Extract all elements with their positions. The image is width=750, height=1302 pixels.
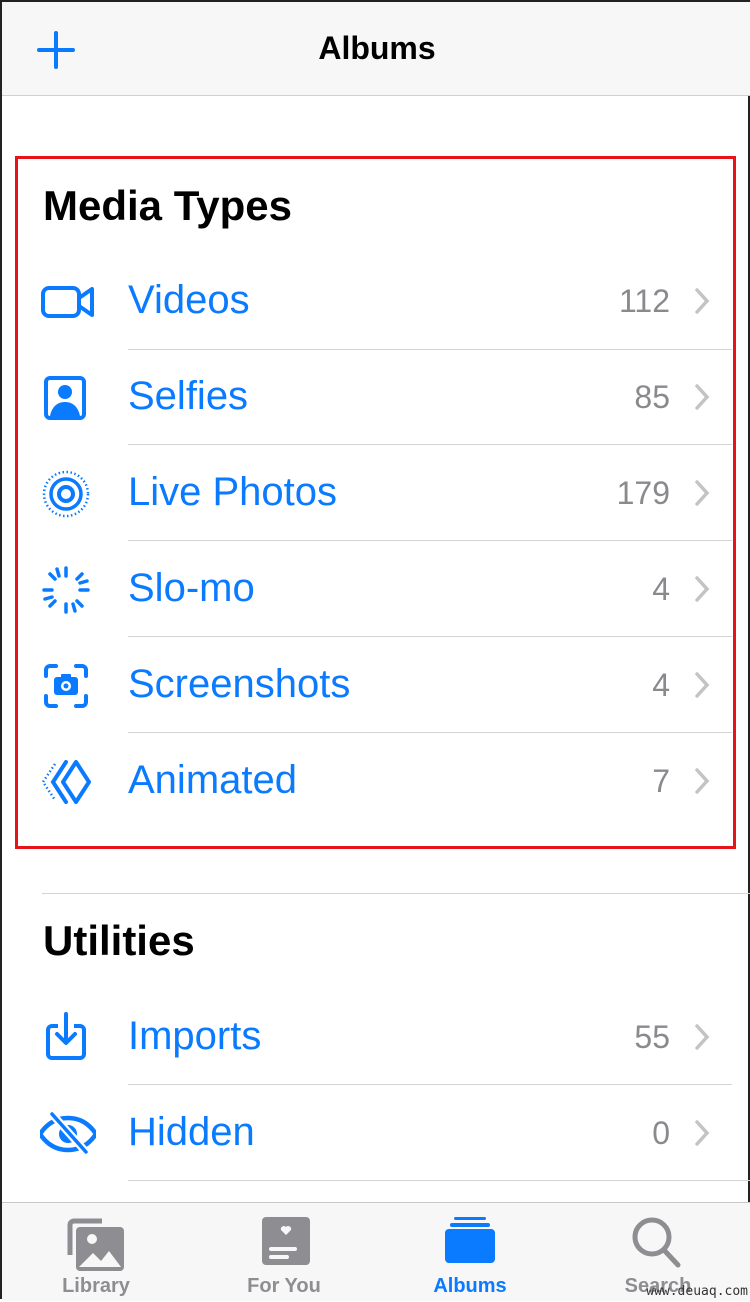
chevron-right-icon — [695, 1024, 710, 1050]
album-row-slo-mo[interactable]: Slo-mo 4 — [2, 542, 750, 638]
tab-library[interactable]: Library — [26, 1203, 166, 1302]
tab-for-you[interactable]: For You — [214, 1203, 354, 1302]
chevron-right-icon — [695, 576, 710, 602]
section-title-utilities: Utilities — [43, 917, 195, 964]
album-row-hidden[interactable]: Hidden 0 — [2, 1086, 750, 1182]
album-row-screenshots[interactable]: Screenshots 4 — [2, 638, 750, 734]
album-label: Imports — [128, 1014, 262, 1058]
album-row-selfies[interactable]: Selfies 85 — [2, 350, 750, 446]
chevron-right-icon — [695, 384, 710, 410]
tab-label: Albums — [433, 1275, 507, 1297]
slo-mo-icon — [42, 566, 90, 614]
album-label: Animated — [128, 758, 297, 802]
tab-albums[interactable]: Albums — [400, 1203, 540, 1302]
video-camera-icon — [41, 286, 94, 318]
album-label: Slo-mo — [128, 566, 255, 610]
album-count: 55 — [634, 1019, 670, 1055]
album-label: Screenshots — [128, 662, 351, 706]
search-icon — [632, 1217, 681, 1268]
tab-bar: Library For You Albums Search www.deuaq.… — [2, 1202, 750, 1301]
album-count: 112 — [618, 283, 670, 319]
divider — [128, 1084, 732, 1085]
chevron-right-icon — [695, 768, 710, 794]
album-label: Videos — [128, 278, 250, 322]
album-row-live-photos[interactable]: Live Photos 179 — [2, 446, 750, 542]
divider — [128, 1180, 750, 1181]
chevron-right-icon — [695, 480, 710, 506]
album-count: 7 — [652, 763, 670, 799]
album-row-animated[interactable]: Animated 7 — [2, 734, 750, 830]
album-label: Selfies — [128, 374, 249, 418]
tab-label: Library — [62, 1275, 130, 1297]
album-count: 85 — [634, 379, 670, 415]
photo-library-icon — [67, 1218, 124, 1271]
tab-label: For You — [247, 1275, 321, 1297]
section-divider — [42, 893, 750, 894]
divider — [128, 444, 732, 445]
chevron-right-icon — [695, 288, 710, 314]
album-label: Live Photos — [128, 470, 338, 514]
albums-icon — [445, 1217, 495, 1263]
album-count: 0 — [652, 1115, 670, 1151]
animated-icon — [41, 760, 91, 804]
nav-header: Albums — [2, 2, 750, 96]
album-count: 179 — [616, 475, 670, 511]
chevron-right-icon — [695, 672, 710, 698]
page-title: Albums — [318, 30, 436, 66]
screenshot-icon — [44, 664, 88, 708]
import-icon — [46, 1012, 86, 1060]
album-label: Hidden — [128, 1110, 255, 1154]
divider — [128, 732, 732, 733]
divider — [128, 636, 732, 637]
watermark: www.deuaq.com — [646, 1284, 748, 1299]
album-count: 4 — [652, 571, 670, 607]
album-row-imports[interactable]: Imports 55 — [2, 990, 750, 1086]
album-row-videos[interactable]: Videos 112 — [2, 254, 750, 350]
selfie-portrait-icon — [44, 376, 86, 420]
section-title-media-types: Media Types — [43, 182, 292, 229]
divider — [128, 540, 732, 541]
album-count: 4 — [652, 667, 670, 703]
chevron-right-icon — [695, 1120, 710, 1146]
live-photo-icon — [42, 470, 90, 518]
for-you-icon — [262, 1217, 310, 1265]
eye-slash-icon — [40, 1111, 96, 1155]
